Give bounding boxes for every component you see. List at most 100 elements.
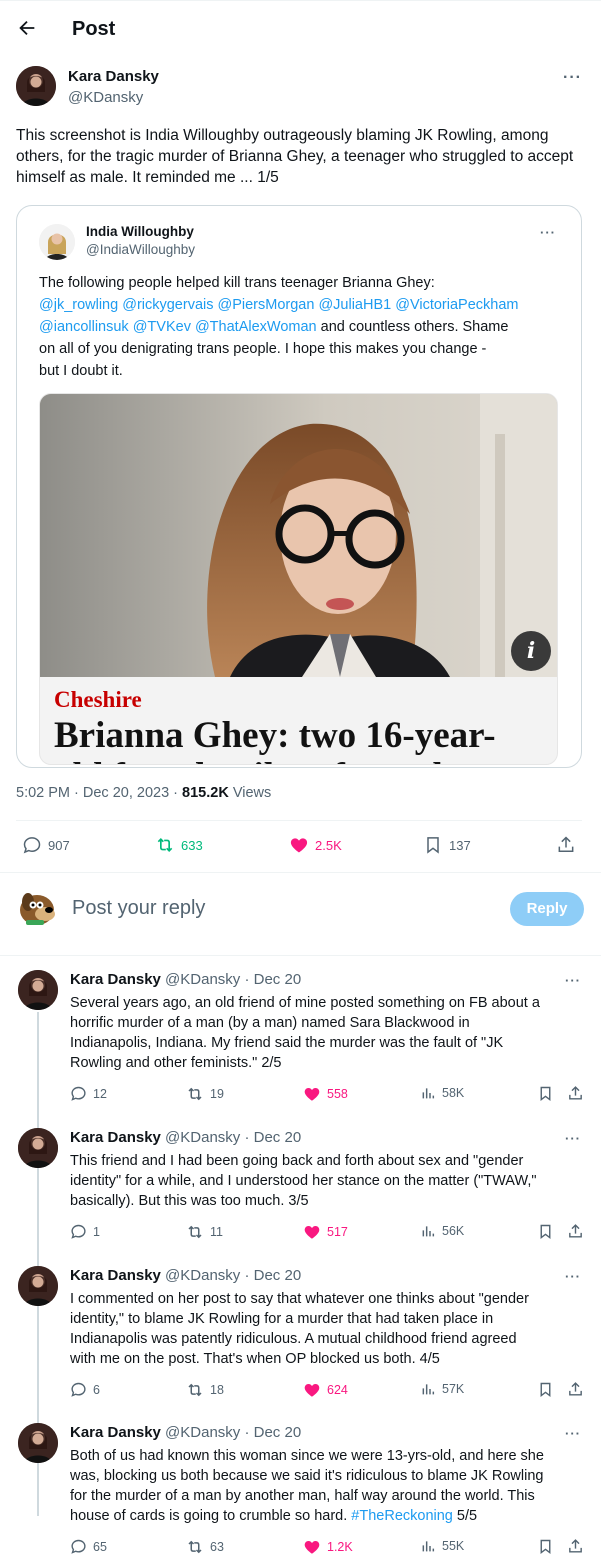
portrait-photo: i xyxy=(40,394,557,677)
reply-action[interactable]: 65 xyxy=(70,1538,107,1555)
reply-avatar[interactable] xyxy=(18,970,58,1010)
reply-line: Indianapolis, Indiana. My friend said th… xyxy=(70,1035,504,1051)
quoted-image[interactable]: i Cheshire Brianna Ghey: two 16-year- ol… xyxy=(39,393,558,765)
back-arrow-icon[interactable] xyxy=(16,17,38,39)
quoted-author-avatar xyxy=(39,224,75,260)
reply-action[interactable]: 12 xyxy=(70,1085,107,1102)
reply-action[interactable]: 6 xyxy=(70,1381,100,1398)
heart-icon xyxy=(303,1085,321,1103)
quoted-line-3-rest: and countless others. Shame xyxy=(316,319,509,335)
reply-line: with me on the post. That's when OP bloc… xyxy=(70,1351,440,1367)
article-headline-cut: old found guilty of murder xyxy=(54,755,475,764)
quoted-more-icon: ··· xyxy=(540,225,556,240)
bookmark-icon[interactable] xyxy=(537,1538,554,1555)
reply-avatar[interactable] xyxy=(18,1128,58,1168)
reply-avatar[interactable] xyxy=(18,1423,58,1463)
reply-line: house of cards is going to crumble so ha… xyxy=(70,1508,478,1524)
bookmark-icon xyxy=(427,837,439,854)
bookmark-icon[interactable] xyxy=(537,1223,554,1240)
share-icon[interactable] xyxy=(567,1223,584,1240)
views-icon xyxy=(420,1381,436,1397)
reply-avatar[interactable] xyxy=(18,1266,58,1306)
repost-action[interactable]: 11 xyxy=(186,1223,223,1241)
reply-button[interactable]: Reply xyxy=(510,892,584,926)
reply-author-name[interactable]: Kara Dansky xyxy=(70,1129,161,1146)
like-action[interactable]: 624 xyxy=(303,1381,348,1399)
quoted-mentions-1[interactable]: @jk_rowling @rickygervais @PiersMorgan @… xyxy=(39,294,569,316)
author-avatar[interactable] xyxy=(16,66,56,106)
reply-actions: 1 11 517 56K xyxy=(70,1223,590,1243)
repost-count: 19 xyxy=(210,1087,224,1101)
quoted-author-name: India Willoughby xyxy=(86,224,194,239)
repost-action[interactable]: 19 xyxy=(186,1085,224,1103)
hashtag-link[interactable]: #TheReckoning xyxy=(351,1508,453,1524)
repost-icon xyxy=(157,837,173,853)
reply-action[interactable]: 907 xyxy=(22,835,70,855)
quoted-line-5: but I doubt it. xyxy=(39,363,123,379)
reply-meta[interactable]: @KDansky · Dec 20 xyxy=(161,1267,301,1284)
quoted-author-handle: @IndiaWilloughby xyxy=(86,242,196,257)
heart-icon xyxy=(290,838,308,853)
bookmark-action[interactable]: 137 xyxy=(423,835,471,855)
reply-text: I commented on her post to say that what… xyxy=(70,1289,585,1369)
reply-line: This friend and I had been going back an… xyxy=(70,1153,524,1169)
post-time[interactable]: 5:02 PM · Dec 20, 2023 · xyxy=(16,785,182,801)
quoted-post[interactable]: India Willoughby @IndiaWilloughby ··· Th… xyxy=(16,205,582,768)
page-title: Post xyxy=(72,18,116,40)
reply-more-icon[interactable]: ··· xyxy=(565,1132,581,1145)
views-action[interactable]: 57K xyxy=(420,1381,464,1397)
quoted-mentions-2[interactable]: @iancollinsuk @TVKev @ThatAlexWoman xyxy=(39,319,317,335)
reply-count: 1 xyxy=(93,1224,100,1239)
reply-count: 65 xyxy=(93,1539,107,1554)
repost-icon xyxy=(186,1381,204,1399)
share-icon[interactable] xyxy=(567,1381,584,1398)
reply-input[interactable]: Post your reply xyxy=(72,897,205,920)
reply-line: Both of us had known this woman since we… xyxy=(70,1448,544,1464)
reply-author-name[interactable]: Kara Dansky xyxy=(70,1424,161,1441)
share-icon[interactable] xyxy=(556,835,576,855)
reply-line: basically). But this was too much. 3/5 xyxy=(70,1193,309,1209)
like-action[interactable]: 2.5K xyxy=(289,835,342,855)
more-options-icon[interactable]: ··· xyxy=(563,70,582,86)
reply-more-icon[interactable]: ··· xyxy=(565,1427,581,1440)
views-label: Views xyxy=(228,785,272,801)
reply-header: Kara Dansky @KDansky · Dec 20 xyxy=(70,1129,301,1146)
bookmark-count: 137 xyxy=(449,837,471,853)
views-action[interactable]: 58K xyxy=(420,1085,464,1101)
bookmark-icon[interactable] xyxy=(537,1085,554,1102)
author-name[interactable]: Kara Dansky xyxy=(68,68,159,85)
author-handle[interactable]: @KDansky xyxy=(68,89,143,106)
reply-more-icon[interactable]: ··· xyxy=(565,1270,581,1283)
reply-action[interactable]: 1 xyxy=(70,1223,100,1240)
repost-action[interactable]: 18 xyxy=(186,1381,224,1399)
reply-actions: 65 63 1.2K 55K xyxy=(70,1538,590,1558)
info-icon[interactable]: i xyxy=(511,631,551,671)
like-action[interactable]: 517 xyxy=(303,1223,348,1241)
reply-actions: 6 18 624 57K xyxy=(70,1381,590,1401)
share-icon[interactable] xyxy=(567,1085,584,1102)
reply-actions: 12 19 558 58K xyxy=(70,1085,590,1105)
reply-meta[interactable]: @KDansky · Dec 20 xyxy=(161,1424,301,1441)
reply-header: Kara Dansky @KDansky · Dec 20 xyxy=(70,971,301,988)
post-timestamp: 5:02 PM · Dec 20, 2023 · 815.2K Views xyxy=(16,785,271,801)
repost-action[interactable]: 63 xyxy=(186,1538,224,1556)
reply-more-icon[interactable]: ··· xyxy=(565,974,581,987)
divider xyxy=(0,872,601,873)
heart-icon xyxy=(303,1381,321,1399)
views-count: 55K xyxy=(442,1539,465,1553)
repost-icon xyxy=(186,1085,204,1103)
views-action[interactable]: 55K xyxy=(420,1538,464,1554)
bookmark-icon[interactable] xyxy=(537,1381,554,1398)
reply-author-name[interactable]: Kara Dansky xyxy=(70,971,161,988)
reply-meta[interactable]: @KDansky · Dec 20 xyxy=(161,971,301,988)
views-icon xyxy=(420,1085,436,1101)
like-action[interactable]: 1.2K xyxy=(303,1538,353,1556)
reply-meta[interactable]: @KDansky · Dec 20 xyxy=(161,1129,301,1146)
views-action[interactable]: 56K xyxy=(420,1223,464,1239)
quoted-line-3: @iancollinsuk @TVKev @ThatAlexWoman and … xyxy=(39,316,569,338)
share-icon[interactable] xyxy=(567,1538,584,1555)
like-action[interactable]: 558 xyxy=(303,1085,348,1103)
divider xyxy=(16,820,582,821)
reply-author-name[interactable]: Kara Dansky xyxy=(70,1267,161,1284)
repost-action[interactable]: 633 xyxy=(155,835,203,855)
